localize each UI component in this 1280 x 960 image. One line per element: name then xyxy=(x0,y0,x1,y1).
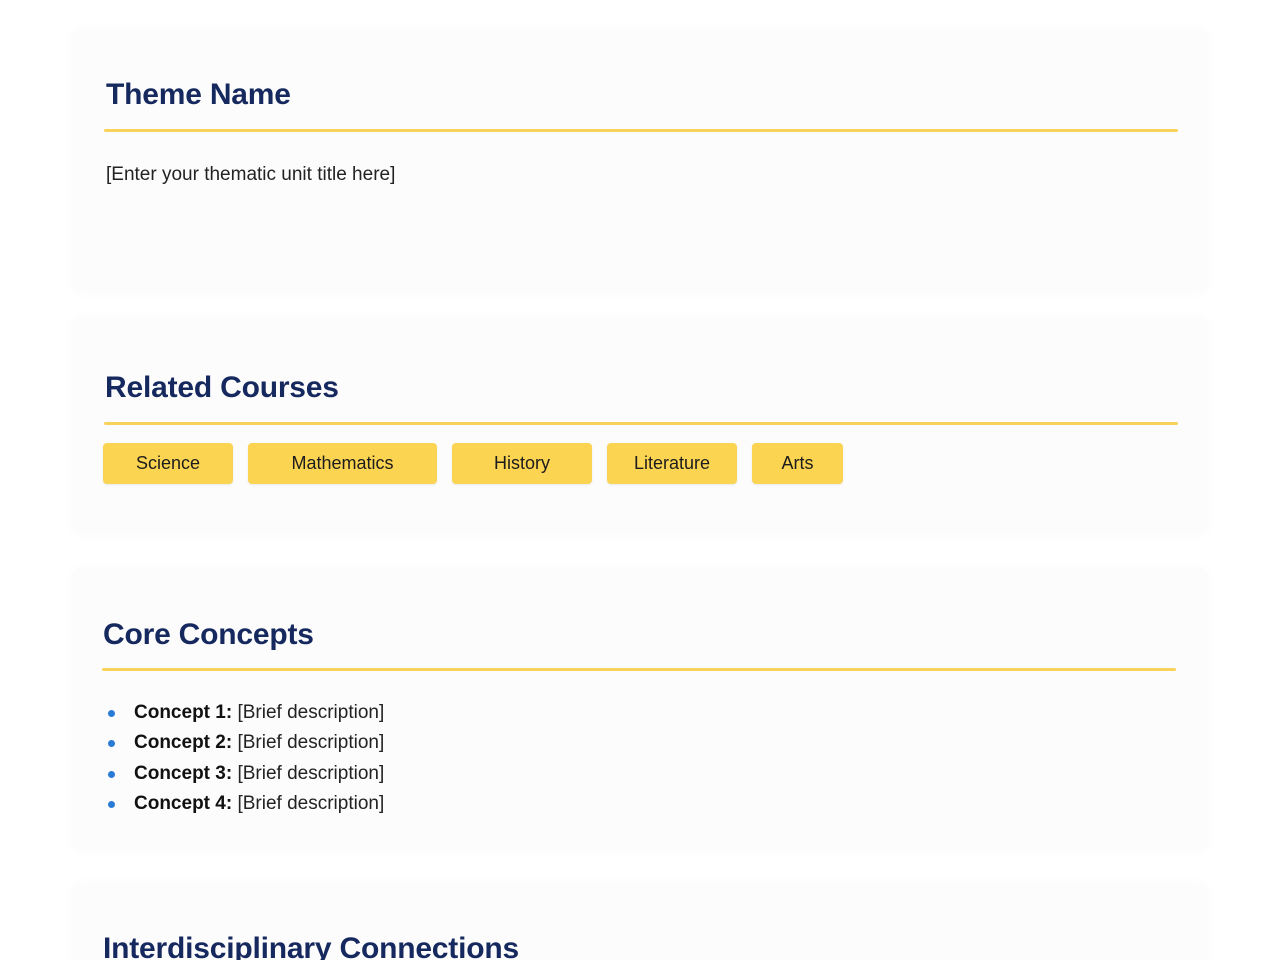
related-courses-section: Related Courses Science Mathematics Hist… xyxy=(72,318,1208,534)
course-tag-arts[interactable]: Arts xyxy=(752,443,843,484)
bullet-icon xyxy=(108,800,115,808)
course-tag-mathematics[interactable]: Mathematics xyxy=(248,443,437,484)
related-courses-heading: Related Courses xyxy=(105,371,339,404)
theme-divider xyxy=(104,129,1178,132)
concept-label: Concept 1: xyxy=(134,702,233,723)
core-concepts-section: Core Concepts Concept 1: [Brief descript… xyxy=(72,568,1208,850)
concept-description: [Brief description] xyxy=(232,702,385,723)
theme-title-placeholder[interactable]: [Enter your thematic unit title here] xyxy=(106,164,395,186)
list-item: Concept 4: [Brief description] xyxy=(106,789,384,819)
theme-heading: Theme Name xyxy=(106,78,291,111)
concept-description: [Brief description] xyxy=(232,732,385,754)
concept-label: Concept 4: xyxy=(134,792,233,814)
course-tag-literature[interactable]: Literature xyxy=(607,443,737,484)
page: Theme Name [Enter your thematic unit tit… xyxy=(0,0,1280,960)
concept-description: [Brief description] xyxy=(232,762,385,784)
concept-label: Concept 2: xyxy=(134,732,233,754)
interdisciplinary-section: Interdisciplinary Connections xyxy=(72,884,1208,960)
concept-description: [Brief description] xyxy=(232,792,385,814)
core-concepts-heading: Core Concepts xyxy=(103,618,314,651)
list-item: Concept 2: [Brief description] xyxy=(106,728,384,758)
course-tag-history[interactable]: History xyxy=(452,443,592,484)
list-item: Concept 1: [Brief description] xyxy=(106,698,384,728)
course-tag-science[interactable]: Science xyxy=(103,443,233,484)
concept-label: Concept 3: xyxy=(134,762,233,784)
list-item: Concept 3: [Brief description] xyxy=(106,759,384,789)
related-courses-divider xyxy=(104,422,1178,425)
bullet-icon xyxy=(108,710,115,717)
bullet-icon xyxy=(108,740,115,748)
theme-section: Theme Name [Enter your thematic unit tit… xyxy=(72,30,1208,292)
interdisciplinary-heading: Interdisciplinary Connections xyxy=(103,932,519,960)
core-concepts-divider xyxy=(102,668,1176,671)
concept-list: Concept 1: [Brief description] Concept 2… xyxy=(106,698,384,819)
bullet-icon xyxy=(108,770,115,778)
course-tag-list: Science Mathematics History Literature A… xyxy=(103,443,843,484)
